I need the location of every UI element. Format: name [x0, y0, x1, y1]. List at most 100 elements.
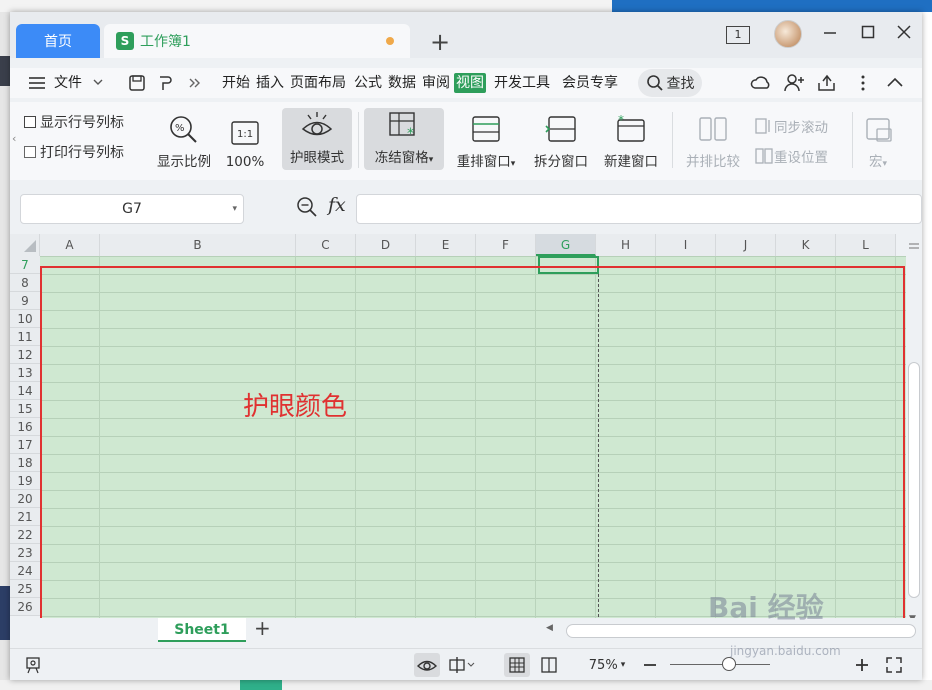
- zoom-slider-track[interactable]: [670, 664, 770, 665]
- fullscreen-icon[interactable]: [882, 653, 906, 677]
- zoom-ratio-button[interactable]: % 显示比例: [150, 102, 218, 180]
- share-icon[interactable]: [816, 73, 838, 93]
- menu-item-member[interactable]: 会员专享: [562, 68, 618, 98]
- row-header-26[interactable]: 26: [10, 598, 40, 616]
- horizontal-scroll-thumb[interactable]: [566, 624, 916, 638]
- sync-scroll-button[interactable]: 同步滚动: [754, 116, 828, 136]
- menu-item-formula[interactable]: 公式: [354, 68, 382, 98]
- more-vertical-icon[interactable]: [860, 74, 866, 92]
- macro-button[interactable]: 宏▾: [858, 102, 898, 180]
- file-menu[interactable]: 文件: [54, 68, 82, 98]
- menu-item-start[interactable]: 开始: [222, 68, 250, 98]
- zoom-in-icon[interactable]: [852, 653, 872, 677]
- more-chevron-icon[interactable]: [188, 74, 202, 92]
- row-header-12[interactable]: 12: [10, 346, 40, 364]
- search-icon: [646, 75, 663, 91]
- maximize-icon[interactable]: [860, 24, 876, 40]
- row-header-14[interactable]: 14: [10, 382, 40, 400]
- column-header-i[interactable]: I: [656, 234, 716, 256]
- minimize-icon[interactable]: [822, 24, 838, 40]
- insert-function-button[interactable]: fx: [328, 194, 346, 216]
- menu-item-page-layout[interactable]: 页面布局: [290, 68, 346, 98]
- menu-item-data[interactable]: 数据: [388, 68, 416, 98]
- add-sheet-button[interactable]: +: [254, 616, 271, 640]
- row-header-23[interactable]: 23: [10, 544, 40, 562]
- menu-item-review[interactable]: 审阅: [422, 68, 450, 98]
- row-header-11[interactable]: 11: [10, 328, 40, 346]
- rearrange-window-button[interactable]: 重排窗口▾: [448, 102, 524, 180]
- format-painter-icon[interactable]: [156, 74, 174, 92]
- menu-item-insert[interactable]: 插入: [256, 68, 284, 98]
- ribbon-scroll-left-icon[interactable]: ‹: [12, 132, 16, 145]
- window-count-badge[interactable]: 1: [726, 26, 750, 44]
- row-header-10[interactable]: 10: [10, 310, 40, 328]
- column-header-h[interactable]: H: [596, 234, 656, 256]
- cloud-sync-icon[interactable]: [750, 73, 772, 93]
- row-header-15[interactable]: 15: [10, 400, 40, 418]
- formula-input[interactable]: [356, 194, 922, 224]
- menu-item-developer[interactable]: 开发工具: [494, 68, 550, 98]
- collapse-ribbon-icon[interactable]: [886, 75, 904, 89]
- avatar[interactable]: [774, 20, 802, 48]
- row-header-22[interactable]: 22: [10, 526, 40, 544]
- row-header-21[interactable]: 21: [10, 508, 40, 526]
- show-rowcol-checkbox[interactable]: 显示行号列标: [24, 112, 124, 132]
- row-header-17[interactable]: 17: [10, 436, 40, 454]
- zoom-out-icon[interactable]: [640, 653, 660, 677]
- zoom-100-button[interactable]: 1:1 100%: [222, 102, 268, 180]
- normal-view-icon[interactable]: [504, 653, 530, 677]
- column-header-c[interactable]: C: [296, 234, 356, 256]
- row-header-18[interactable]: 18: [10, 454, 40, 472]
- select-all-corner[interactable]: [10, 234, 40, 256]
- scroll-left-icon[interactable]: ◀: [546, 623, 553, 633]
- row-header-24[interactable]: 24: [10, 562, 40, 580]
- row-header-20[interactable]: 20: [10, 490, 40, 508]
- chevron-down-icon[interactable]: [92, 76, 104, 88]
- vertical-scroll-thumb[interactable]: [908, 362, 920, 598]
- row-header-13[interactable]: 13: [10, 364, 40, 382]
- zoom-search-icon[interactable]: [296, 196, 318, 218]
- column-header-j[interactable]: J: [716, 234, 776, 256]
- column-header-l[interactable]: L: [836, 234, 896, 256]
- column-header-e[interactable]: E: [416, 234, 476, 256]
- macro-record-icon[interactable]: [22, 653, 46, 677]
- hamburger-icon[interactable]: [28, 75, 46, 91]
- zoom-slider-knob[interactable]: [722, 657, 736, 671]
- row-header-25[interactable]: 25: [10, 580, 40, 598]
- new-window-button[interactable]: * 新建窗口: [598, 102, 664, 180]
- eye-mode-status-icon[interactable]: [414, 653, 440, 677]
- column-header-d[interactable]: D: [356, 234, 416, 256]
- print-rowcol-checkbox[interactable]: 打印行号列标: [24, 142, 124, 162]
- row-header-9[interactable]: 9: [10, 292, 40, 310]
- menu-item-view[interactable]: 视图: [454, 73, 486, 93]
- add-user-icon[interactable]: [784, 73, 806, 93]
- reset-position-button[interactable]: 重设位置: [754, 146, 828, 166]
- column-header-b[interactable]: B: [100, 234, 296, 256]
- center-cell-icon[interactable]: [444, 653, 478, 677]
- row-header-8[interactable]: 8: [10, 274, 40, 292]
- desktop-background-left-dark2: [0, 586, 10, 640]
- tab-home[interactable]: 首页: [16, 24, 100, 58]
- freeze-panes-button[interactable]: * 冻结窗格▾: [364, 108, 444, 170]
- column-header-a[interactable]: A: [40, 234, 100, 256]
- save-icon[interactable]: [128, 74, 146, 92]
- unsaved-dot-icon: [386, 37, 394, 45]
- split-window-button[interactable]: 拆分窗口: [528, 102, 594, 180]
- new-tab-button[interactable]: +: [430, 28, 450, 56]
- close-icon[interactable]: [896, 24, 912, 40]
- page-break-view-icon[interactable]: [536, 653, 562, 677]
- column-header-g[interactable]: G: [536, 234, 596, 256]
- chevron-down-icon[interactable]: ▾: [232, 204, 237, 214]
- eye-protection-button[interactable]: 护眼模式: [282, 108, 352, 170]
- search-button[interactable]: 查找: [638, 69, 702, 97]
- sheet-tab[interactable]: Sheet1: [158, 618, 246, 642]
- name-box[interactable]: G7 ▾: [20, 194, 244, 224]
- column-header-k[interactable]: K: [776, 234, 836, 256]
- side-by-side-button[interactable]: 并排比较: [678, 102, 748, 180]
- row-header-7[interactable]: 7: [10, 256, 40, 274]
- tab-workbook[interactable]: S 工作簿1: [104, 24, 410, 58]
- zoom-level-select[interactable]: 75% ▾: [582, 653, 632, 677]
- column-header-f[interactable]: F: [476, 234, 536, 256]
- row-header-19[interactable]: 19: [10, 472, 40, 490]
- row-header-16[interactable]: 16: [10, 418, 40, 436]
